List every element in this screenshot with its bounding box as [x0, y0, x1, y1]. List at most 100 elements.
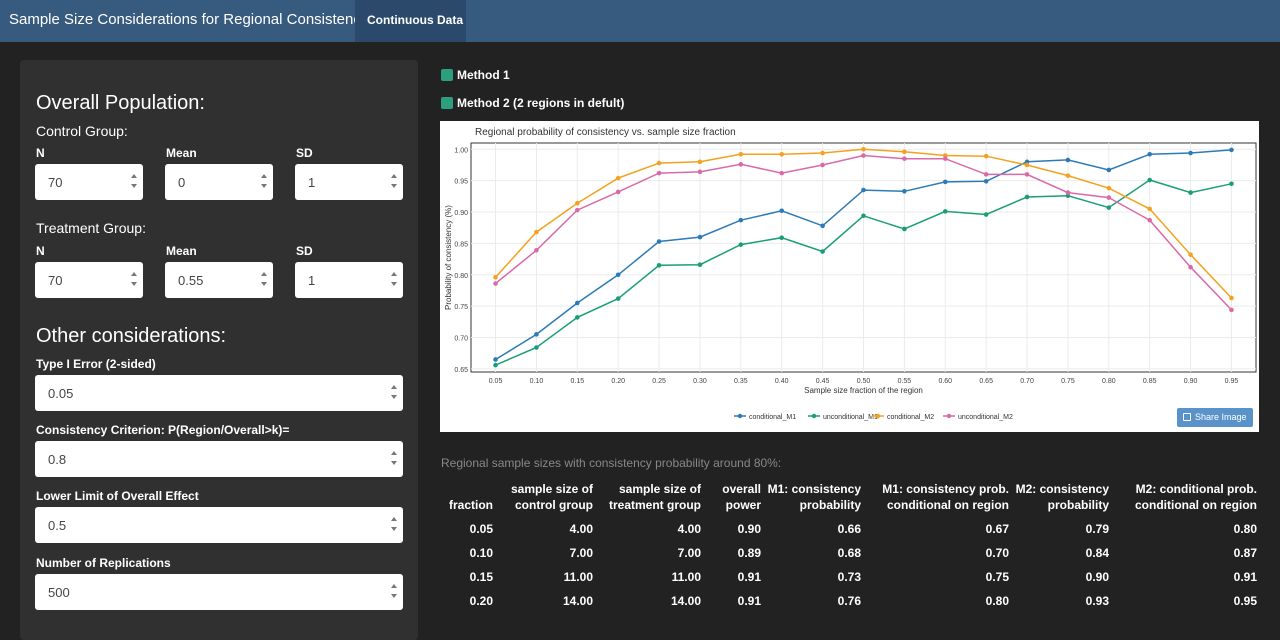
control-mean-value: 0	[178, 175, 186, 190]
type1-error-label: Type I Error (2-sided)	[36, 357, 156, 371]
table-cell: 0.75	[985, 570, 1009, 584]
control-mean-input[interactable]: 0	[165, 164, 273, 200]
tab-continuous-data[interactable]: Continuous Data	[355, 0, 466, 42]
data-point-unconditional_M2	[1106, 195, 1112, 200]
data-point-conditional_M1	[1188, 150, 1193, 156]
data-point-unconditional_M1	[1106, 205, 1112, 210]
spinner-icon[interactable]	[391, 385, 397, 401]
data-point-conditional_M1	[738, 217, 744, 223]
results-table: fraction sample size of control group samp…	[441, 480, 1257, 613]
x-tick-label: 0.55	[898, 378, 912, 385]
spinner-icon[interactable]	[391, 451, 397, 467]
control-sd-input[interactable]: 1	[295, 164, 403, 200]
type1-error-input[interactable]: 0.05	[35, 375, 403, 411]
x-axis-label: Sample size fraction of the region	[804, 386, 923, 395]
lower-limit-value: 0.5	[48, 518, 67, 533]
spinner-icon[interactable]	[131, 272, 137, 288]
data-point-unconditional_M1	[534, 345, 539, 350]
x-tick-label: 0.85	[1143, 378, 1157, 385]
legend-marker	[946, 413, 952, 419]
data-point-unconditional_M2	[942, 156, 948, 161]
x-tick-label: 0.65	[979, 378, 993, 385]
data-point-conditional_M2	[615, 175, 621, 181]
data-point-unconditional_M1	[738, 242, 744, 247]
share-label: Share Image	[1195, 412, 1247, 422]
lower-limit-label: Lower Limit of Overall Effect	[36, 489, 199, 503]
treatment-sd-value: 1	[308, 273, 316, 288]
data-point-unconditional_M2	[493, 281, 498, 286]
lower-limit-input[interactable]: 0.5	[35, 507, 403, 543]
criterion-input[interactable]: 0.8	[35, 441, 403, 477]
x-tick-label: 0.50	[857, 378, 871, 385]
table-cell: 0.73	[837, 570, 861, 584]
chart-title: Regional probability of consistency vs. …	[475, 127, 736, 138]
table-cell: 0.90	[737, 522, 761, 536]
spinner-icon[interactable]	[391, 517, 397, 533]
treatment-n-label: N	[36, 244, 45, 258]
spinner-icon[interactable]	[391, 584, 397, 600]
treatment-n-input[interactable]: 70	[35, 262, 143, 298]
treatment-sd-label: SD	[296, 244, 313, 258]
x-tick-label: 0.15	[570, 378, 584, 385]
table-header-cell: fraction	[448, 498, 493, 512]
table-row: 0.10 7.00 7.00 0.89 0.68 0.70 0.84 0.87	[441, 541, 1257, 565]
control-n-label: N	[36, 146, 45, 160]
table-cell: 0.20	[469, 594, 493, 608]
control-mean-label: Mean	[166, 146, 197, 160]
data-point-unconditional_M2	[779, 170, 785, 176]
y-axis-label: Probability of consistency (%)	[444, 205, 453, 310]
table-header-cell: overall power	[722, 482, 761, 512]
table-caption: Regional sample sizes with consistency p…	[441, 456, 782, 470]
y-tick-label: 0.80	[454, 273, 468, 280]
table-cell: 0.95	[1233, 594, 1257, 608]
x-tick-label: 0.25	[652, 378, 666, 385]
table-cell: 0.80	[1233, 522, 1257, 536]
checkbox-icon[interactable]	[441, 97, 453, 109]
data-point-conditional_M2	[1188, 252, 1193, 257]
control-sd-label: SD	[296, 146, 313, 160]
treatment-mean-input[interactable]: 0.55	[165, 262, 273, 298]
data-point-conditional_M1	[615, 272, 621, 278]
data-point-unconditional_M1	[983, 212, 989, 217]
y-tick-label: 0.95	[454, 179, 468, 186]
table-row: 0.15 11.00 11.00 0.91 0.73 0.75 0.90 0.91	[441, 565, 1257, 589]
table-body: 0.05 4.00 4.00 0.90 0.66 0.67 0.79 0.80 0.10 7.00…	[441, 517, 1257, 613]
y-tick-label: 1.00	[454, 147, 468, 154]
treatment-mean-label: Mean	[166, 244, 197, 258]
data-point-conditional_M1	[1229, 147, 1234, 153]
replications-value: 500	[48, 585, 70, 600]
table-header-cell: sample size of treatment group	[608, 482, 701, 512]
spinner-icon[interactable]	[391, 174, 397, 190]
data-point-conditional_M1	[534, 332, 539, 337]
spinner-icon[interactable]	[261, 174, 267, 190]
replications-input[interactable]: 500	[35, 574, 403, 610]
checkbox-icon[interactable]	[441, 69, 453, 81]
data-point-conditional_M2	[697, 159, 703, 165]
data-point-conditional_M2	[534, 229, 539, 235]
spinner-icon[interactable]	[131, 174, 137, 190]
y-tick-label: 0.90	[454, 210, 468, 217]
app-title[interactable]: Sample Size Considerations for Regional …	[9, 11, 368, 28]
table-cell: 7.00	[677, 546, 701, 560]
table-cell: 0.76	[837, 594, 861, 608]
treatment-sd-input[interactable]: 1	[295, 262, 403, 298]
data-point-conditional_M2	[1024, 162, 1030, 168]
table-cell: 0.84	[1085, 546, 1109, 560]
share-image-button[interactable]: Share Image	[1177, 408, 1253, 427]
control-n-input[interactable]: 70	[35, 164, 143, 200]
x-tick-label: 0.05	[489, 378, 503, 385]
table-cell: 14.00	[670, 594, 701, 608]
table-cell: 0.87	[1233, 546, 1257, 560]
data-point-unconditional_M2	[861, 153, 866, 158]
table-row: 0.05 4.00 4.00 0.90 0.66 0.67 0.79 0.80	[441, 517, 1257, 541]
table-cell: 0.10	[469, 546, 493, 560]
x-tick-label: 0.60	[938, 378, 952, 385]
replications-label: Number of Replications	[36, 556, 171, 570]
spinner-icon[interactable]	[391, 272, 397, 288]
treatment-mean-value: 0.55	[178, 273, 204, 288]
table-row: 0.20 14.00 14.00 0.91 0.76 0.80 0.93 0.95	[441, 589, 1257, 613]
data-point-unconditional_M1	[1024, 194, 1030, 200]
legend-marker	[737, 413, 743, 419]
x-tick-label: 0.90	[1184, 378, 1198, 385]
spinner-icon[interactable]	[261, 272, 267, 288]
